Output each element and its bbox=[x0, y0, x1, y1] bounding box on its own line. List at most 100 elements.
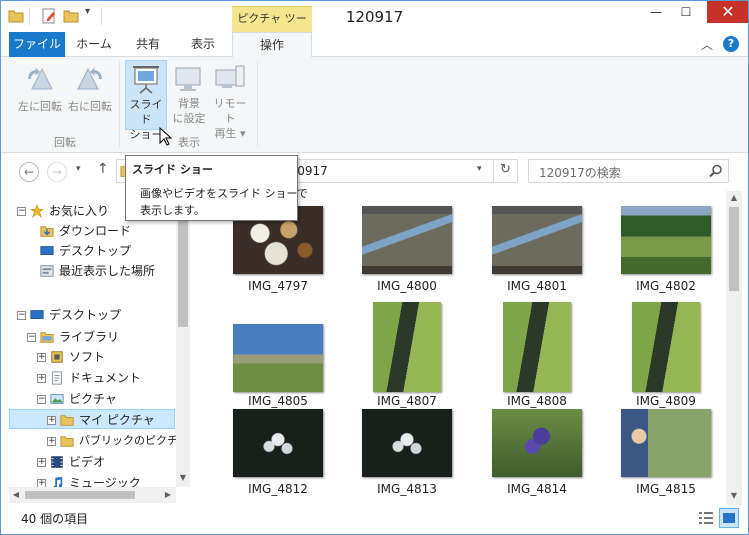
tree-item-pictures[interactable]: − ピクチャ bbox=[9, 389, 174, 409]
rotate-left-icon bbox=[28, 67, 53, 90]
desktop-icon bbox=[30, 310, 44, 319]
remote-play-button[interactable]: リモート 再生 ▾ bbox=[209, 62, 251, 140]
content-scrollbar[interactable]: ▲ ▼ bbox=[726, 191, 742, 505]
tree-item-documents[interactable]: + ドキュメント bbox=[9, 368, 174, 388]
scroll-down-icon[interactable]: ▼ bbox=[726, 491, 742, 500]
tab-manage[interactable]: 操作 bbox=[232, 32, 312, 58]
tree-item-public-pictures[interactable]: + パブリックのピクチャ bbox=[9, 431, 189, 451]
scroll-right-icon[interactable]: ▶ bbox=[163, 490, 173, 499]
nav-horizontal-scrollbar[interactable]: ◀ ▶ bbox=[9, 487, 176, 503]
collapse-icon[interactable]: − bbox=[37, 395, 46, 404]
tree-label: ピクチャ bbox=[69, 392, 117, 406]
nav-scrollbar[interactable]: ▲ ▼ bbox=[176, 193, 190, 487]
details-view-icon[interactable] bbox=[698, 510, 714, 526]
tree-item-recent-places[interactable]: 最近表示した場所 bbox=[9, 261, 174, 281]
file-name: IMG_4801 bbox=[507, 279, 567, 293]
file-item[interactable]: IMG_4815 bbox=[601, 409, 726, 505]
tree-item-desktop[interactable]: − デスクトップ bbox=[9, 305, 174, 325]
forward-button[interactable]: → bbox=[47, 162, 67, 182]
thumbnail-image bbox=[632, 302, 700, 392]
scroll-down-icon[interactable]: ▼ bbox=[176, 473, 190, 485]
file-item[interactable]: IMG_4812 bbox=[213, 409, 343, 505]
tooltip-title: スライド ショー bbox=[132, 163, 213, 176]
tab-share[interactable]: 共有 bbox=[125, 32, 171, 57]
expand-icon[interactable]: + bbox=[47, 437, 56, 446]
file-name: IMG_4815 bbox=[636, 482, 696, 496]
collapse-icon[interactable]: − bbox=[27, 333, 36, 342]
file-item[interactable]: IMG_4808 bbox=[472, 296, 602, 408]
expand-icon[interactable]: + bbox=[37, 458, 46, 467]
scroll-up-icon[interactable]: ▲ bbox=[726, 193, 742, 202]
file-item[interactable]: IMG_4802 bbox=[601, 197, 726, 302]
thumbnails-view-button[interactable] bbox=[719, 508, 739, 528]
tree-item-my-pictures[interactable]: + マイ ピクチャ bbox=[9, 410, 174, 430]
tab-file[interactable]: ファイル bbox=[9, 32, 65, 57]
rotate-group-label: 回転 bbox=[54, 136, 76, 149]
file-item[interactable]: IMG_4814 bbox=[472, 409, 602, 505]
recent-places-icon bbox=[40, 265, 54, 277]
search-icon[interactable] bbox=[709, 164, 723, 178]
rotate-left-button[interactable]: 左に回転 bbox=[15, 63, 65, 125]
search-box[interactable]: 120917の検索 bbox=[528, 159, 729, 183]
minimize-button[interactable]: — bbox=[641, 1, 671, 23]
library-icon bbox=[40, 332, 54, 343]
file-item[interactable]: IMG_4813 bbox=[342, 409, 472, 505]
help-icon[interactable]: ? bbox=[723, 36, 739, 52]
tooltip-body-line1: 画像やビデオをスライド ショーで bbox=[140, 187, 308, 200]
expand-icon[interactable]: + bbox=[37, 374, 46, 383]
rotate-right-icon bbox=[77, 67, 102, 90]
slideshow-icon bbox=[133, 66, 159, 94]
maximize-button[interactable]: ☐ bbox=[671, 1, 701, 23]
folder-icon bbox=[60, 436, 74, 447]
tree-label: ダウンロード bbox=[59, 224, 132, 238]
tree-item-libraries[interactable]: − ライブラリ bbox=[9, 327, 174, 347]
file-item[interactable]: IMG_4807 bbox=[342, 296, 472, 408]
set-background-button[interactable]: 背景 に設定 bbox=[169, 62, 209, 130]
file-list: IMG_4797 IMG_4800 IMG_4801 IMG_4802 IMG_4805… bbox=[191, 191, 726, 505]
back-button[interactable]: ← bbox=[19, 162, 39, 182]
address-dropdown-icon[interactable]: ▾ bbox=[477, 164, 482, 174]
expand-icon[interactable]: + bbox=[47, 416, 56, 425]
tree-label: ドキュメント bbox=[69, 371, 142, 385]
tree-item-videos[interactable]: + ビデオ bbox=[9, 452, 174, 472]
collapse-icon[interactable]: − bbox=[17, 207, 26, 216]
slideshow-tooltip: スライド ショー 画像やビデオをスライド ショーで 表示します。 bbox=[125, 155, 308, 221]
file-name: IMG_4813 bbox=[377, 482, 437, 496]
tab-home[interactable]: ホーム bbox=[69, 32, 119, 57]
desktop-icon bbox=[40, 246, 54, 255]
title-bar: ▾ ピクチャ ツール 120917 — ☐ ✕ bbox=[1, 1, 748, 49]
scroll-thumb[interactable] bbox=[729, 207, 739, 291]
collapse-icon[interactable]: − bbox=[17, 311, 26, 320]
scroll-left-icon[interactable]: ◀ bbox=[11, 490, 21, 499]
tree-item-desktop-favorite[interactable]: デスクトップ bbox=[9, 241, 174, 261]
thumbnail-image bbox=[503, 302, 571, 392]
mouse-cursor-icon bbox=[159, 127, 173, 146]
expand-icon[interactable]: + bbox=[37, 353, 46, 362]
ribbon: 左に回転 右に回転 回転 スライド ショー 背景 に設定 リモート 再生 ▾ 表… bbox=[1, 57, 748, 153]
file-item[interactable]: IMG_4801 bbox=[472, 197, 602, 302]
documents-icon bbox=[52, 371, 62, 385]
scroll-thumb[interactable] bbox=[25, 491, 135, 499]
file-name: IMG_4812 bbox=[248, 482, 308, 496]
remote-play-icon bbox=[215, 65, 245, 88]
slideshow-button[interactable]: スライド ショー bbox=[125, 60, 167, 141]
rotate-right-button[interactable]: 右に回転 bbox=[65, 63, 115, 125]
tab-view[interactable]: 表示 bbox=[179, 32, 227, 57]
file-item[interactable]: IMG_4809 bbox=[601, 296, 726, 408]
refresh-icon[interactable]: ↻ bbox=[500, 162, 511, 177]
file-item[interactable]: IMG_4805 bbox=[213, 296, 343, 408]
tree-item-downloads[interactable]: ダウンロード bbox=[9, 221, 174, 241]
recent-locations-icon[interactable]: ▾ bbox=[76, 164, 81, 174]
tree-label: デスクトップ bbox=[59, 244, 132, 258]
tree-item-software[interactable]: + ソフト bbox=[9, 347, 174, 367]
tooltip-body-line2: 表示します。 bbox=[140, 204, 205, 217]
scroll-thumb[interactable] bbox=[178, 207, 188, 327]
file-item[interactable]: IMG_4800 bbox=[342, 197, 472, 302]
thumbnail-image bbox=[621, 206, 711, 274]
address-separator bbox=[493, 160, 494, 182]
rotate-left-label: 左に回転 bbox=[18, 100, 62, 113]
up-button[interactable]: ↑ bbox=[97, 161, 109, 177]
rotate-right-label: 右に回転 bbox=[68, 100, 112, 113]
ribbon-collapse-icon[interactable]: ︿ bbox=[701, 36, 713, 53]
close-button[interactable]: ✕ bbox=[707, 1, 748, 23]
